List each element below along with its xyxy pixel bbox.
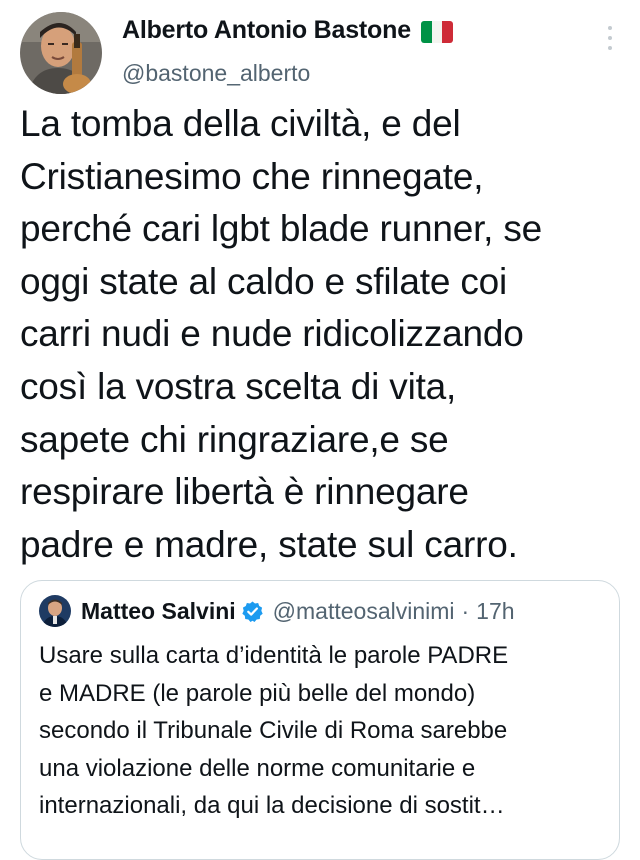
quoted-text-line: secondo il Tribunale Civile di Roma sare… <box>39 717 508 744</box>
tweet-card: Alberto Antonio Bastone @bastone_alberto… <box>0 0 640 860</box>
author-name-row[interactable]: Alberto Antonio Bastone <box>122 16 453 45</box>
tweet-text-line: La tomba della civiltà, e del <box>20 103 461 144</box>
tweet-text-line: padre e madre, state sul carro. <box>20 523 518 565</box>
tweet-text-line: oggi state al caldo e sfilate coi <box>20 260 508 302</box>
tweet-text-line: sapete chi ringraziare,e se <box>20 418 449 460</box>
quoted-timestamp[interactable]: 17h <box>476 598 514 625</box>
quoted-author-handle[interactable]: @matteosalvinimi <box>273 598 455 625</box>
quoted-text-line: internazionali, da qui la decisione di s… <box>39 792 505 819</box>
quoted-text-line: e MADRE (le parole più belle del mondo) <box>39 679 476 707</box>
quoted-text-line: una violazione delle norme comunitarie e <box>39 754 476 782</box>
quoted-author-avatar[interactable] <box>39 595 71 627</box>
author-display-name[interactable]: Alberto Antonio Bastone <box>122 16 411 45</box>
tweet-text-line: perché cari lgbt blade runner, se <box>20 208 543 250</box>
author-avatar[interactable] <box>20 12 102 94</box>
tweet-text-line: così la vostra scelta di vita, <box>20 365 457 407</box>
separator-dot: · <box>461 597 470 624</box>
tweet-text-line: respirare libertà è rinnegare <box>20 471 469 513</box>
tweet-text-line: Cristianesimo che rinnegate, <box>20 155 484 197</box>
more-options-icon[interactable] <box>602 26 618 50</box>
quoted-tweet-text: Usare sulla carta d’identità le parole P… <box>39 637 611 825</box>
quoted-author-name[interactable]: Matteo Salvini <box>81 598 236 625</box>
verified-badge-icon <box>241 600 264 623</box>
author-handle[interactable]: @bastone_alberto <box>122 60 310 87</box>
quoted-tweet-header: Matteo Salvini @matteosalvinimi · 17h <box>39 595 515 627</box>
quoted-tweet-card[interactable]: Matteo Salvini @matteosalvinimi · 17h Us… <box>20 580 620 860</box>
quoted-text-line: Usare sulla carta d’identità le parole P… <box>39 642 509 669</box>
italy-flag-icon <box>420 20 453 43</box>
tweet-text-line: carri nudi e nude ridicolizzando <box>20 313 524 355</box>
tweet-text: La tomba della civiltà, e del Cristianes… <box>20 98 625 571</box>
